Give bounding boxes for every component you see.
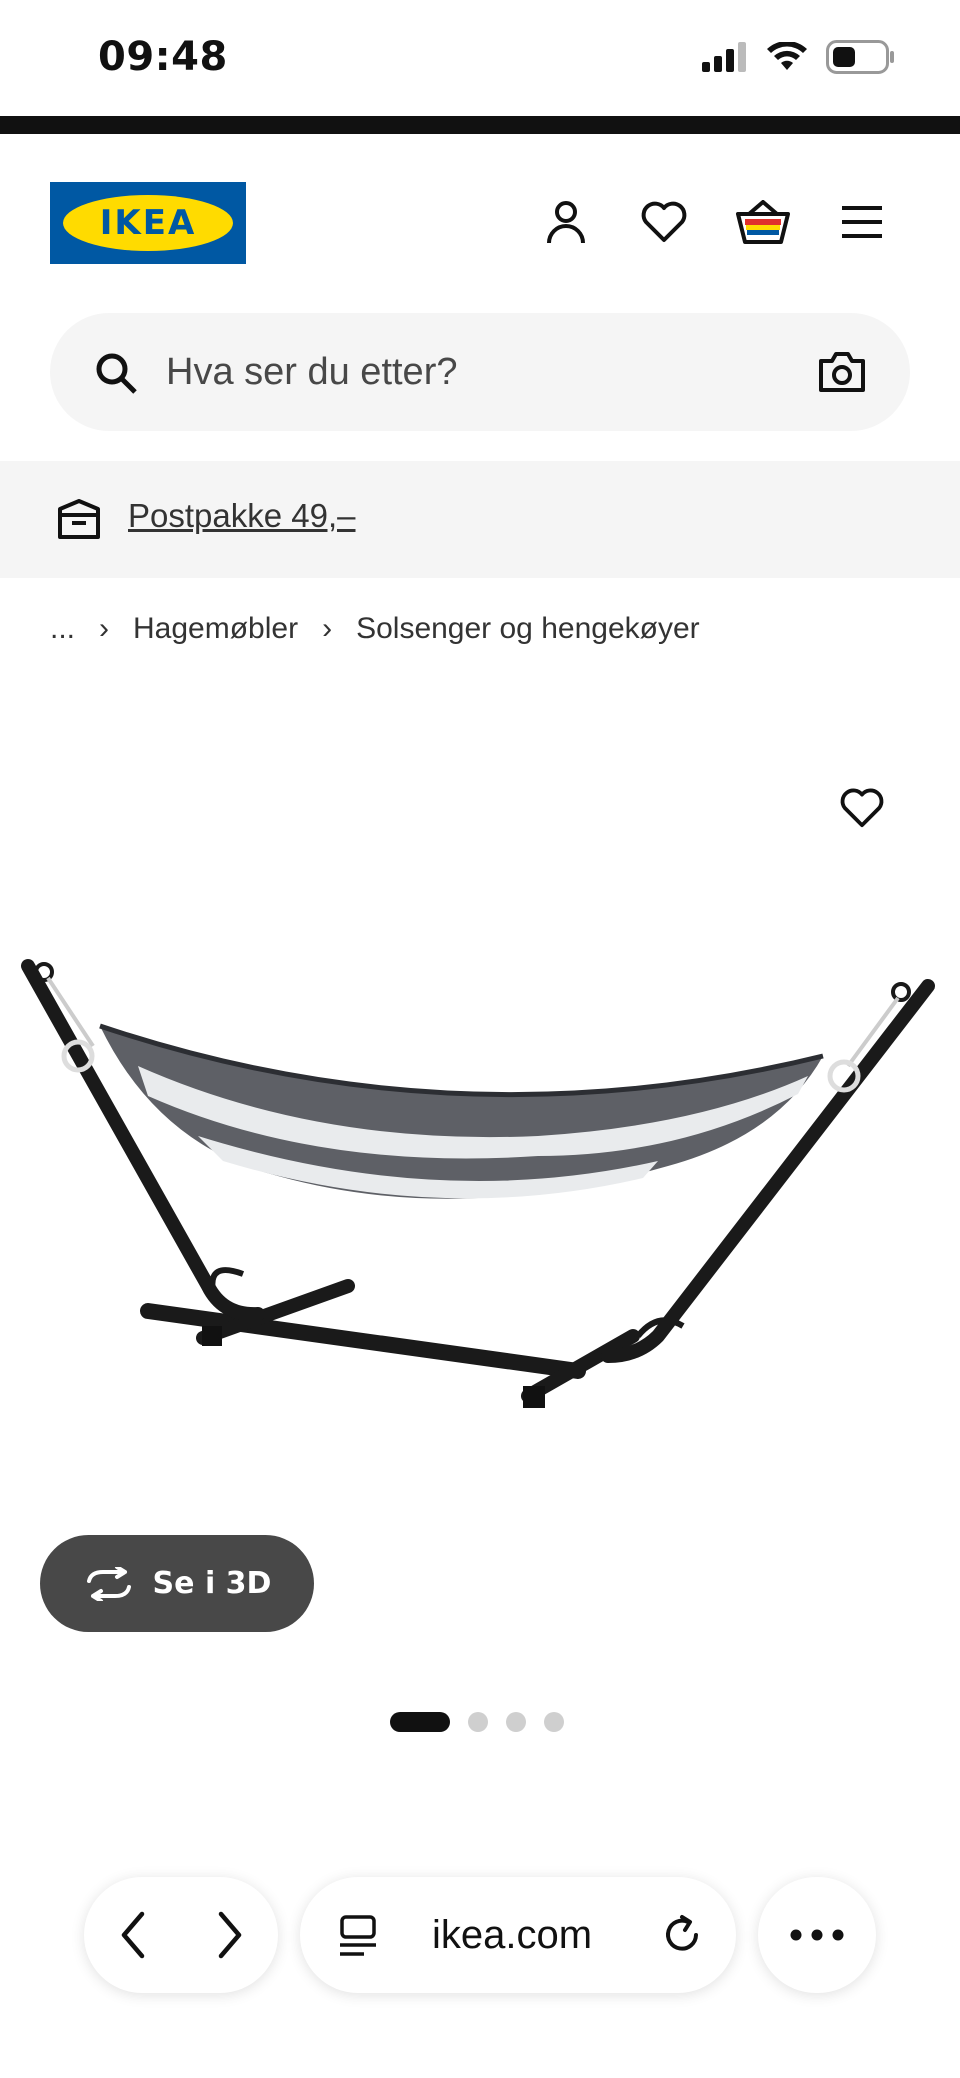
logo-text: IKEA: [99, 203, 197, 243]
status-icons: [700, 40, 896, 74]
top-divider: [0, 116, 960, 134]
back-icon[interactable]: [116, 1910, 150, 1960]
cart-icon[interactable]: [731, 190, 795, 254]
forward-icon[interactable]: [213, 1910, 247, 1960]
address-bar[interactable]: ikea.com: [300, 1877, 736, 1993]
carousel-dot-2[interactable]: [468, 1712, 488, 1732]
signal-icon: [702, 42, 746, 72]
search-icon: [96, 353, 137, 394]
view-3d-button[interactable]: Se i 3D: [40, 1535, 314, 1632]
chevron-right-icon: ›: [322, 612, 333, 645]
product-image-hammock[interactable]: [18, 956, 943, 1436]
more-options-button[interactable]: [758, 1877, 876, 1993]
camera-icon[interactable]: [818, 351, 866, 393]
menu-icon[interactable]: [830, 190, 894, 254]
image-carousel-indicator: [390, 1712, 564, 1732]
search-placeholder[interactable]: Hva ser du etter?: [166, 351, 457, 394]
battery-icon: [826, 40, 894, 74]
breadcrumb-garden-furniture[interactable]: Hagemøbler: [133, 612, 298, 646]
carousel-dot-3[interactable]: [506, 1712, 526, 1732]
shipping-link[interactable]: Postpakke 49,–: [128, 497, 356, 535]
parcel-icon: [58, 499, 100, 539]
reader-icon[interactable]: [338, 1915, 378, 1957]
ellipsis-icon: [790, 1929, 844, 1941]
view-3d-label: Se i 3D: [152, 1566, 272, 1601]
account-icon[interactable]: [534, 190, 598, 254]
shipping-banner: Postpakke 49,–: [0, 461, 960, 578]
breadcrumb-loungers-hammocks[interactable]: Solsenger og hengekøyer: [356, 612, 700, 646]
ikea-logo[interactable]: IKEA: [50, 182, 246, 264]
breadcrumb-ellipsis[interactable]: ...: [50, 612, 75, 646]
browser-nav-controls: [84, 1877, 278, 1993]
reload-icon[interactable]: [660, 1913, 704, 1957]
carousel-dot-1[interactable]: [390, 1712, 450, 1732]
breadcrumb: ... › Hagemøbler › Solsenger og hengekøy…: [50, 612, 700, 646]
wifi-icon: [767, 42, 807, 70]
logo-ellipse: IKEA: [63, 195, 233, 251]
chevron-right-icon: ›: [99, 612, 110, 645]
favorite-heart-icon[interactable]: [832, 778, 892, 838]
status-time: 09:48: [98, 34, 228, 80]
url-text[interactable]: ikea.com: [432, 1913, 592, 1958]
rotate-3d-icon: [86, 1566, 131, 1601]
wishlist-icon[interactable]: [632, 190, 696, 254]
carousel-dot-4[interactable]: [544, 1712, 564, 1732]
search-bar[interactable]: Hva ser du etter?: [50, 313, 910, 431]
